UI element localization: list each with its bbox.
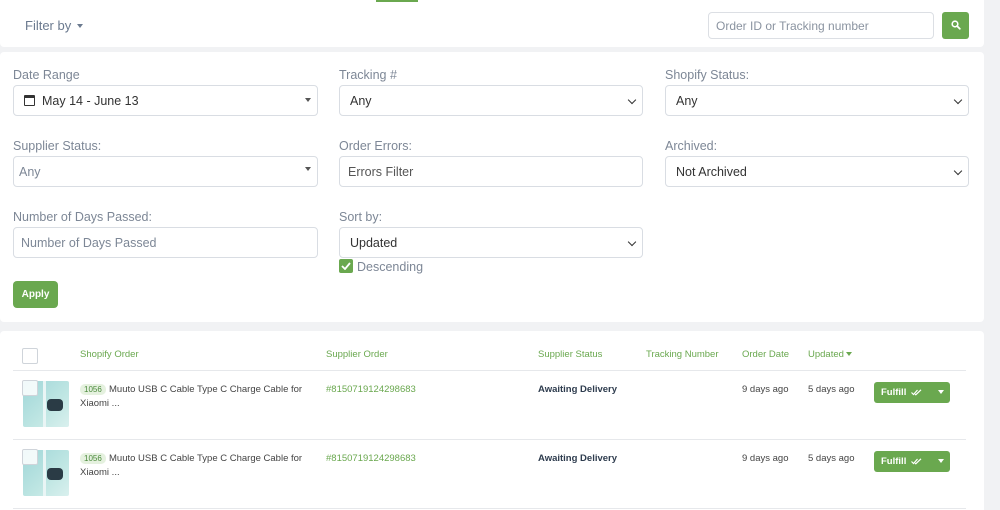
fulfill-button[interactable]: Fulfill bbox=[874, 451, 934, 472]
row-checkbox[interactable] bbox=[22, 449, 38, 465]
supplier-status-label: Supplier Status: bbox=[13, 139, 102, 153]
order-errors-value: Errors Filter bbox=[348, 164, 414, 179]
order-errors-input[interactable]: Errors Filter bbox=[339, 156, 643, 187]
chevron-down-icon bbox=[953, 95, 963, 105]
order-date-text: 9 days ago bbox=[742, 384, 789, 395]
shopify-status-value: Any bbox=[676, 93, 698, 108]
table-row: Muuto USB C Cable Type C Charge Cable fo… bbox=[13, 371, 966, 440]
fulfill-dropdown-toggle[interactable] bbox=[934, 382, 950, 403]
archived-value: Not Archived bbox=[676, 164, 747, 179]
order-number-badge: 1056 bbox=[80, 384, 106, 395]
chevron-down-icon bbox=[627, 95, 637, 105]
header-supplier-status[interactable]: Supplier Status bbox=[538, 349, 602, 360]
date-range-label: Date Range bbox=[13, 68, 80, 82]
updated-text: 5 days ago bbox=[808, 384, 855, 395]
table-row: Muuto USB C Cable Type C Charge Cable fo… bbox=[13, 440, 966, 509]
fulfill-label: Fulfill bbox=[881, 456, 907, 467]
caret-down-icon bbox=[305, 98, 311, 102]
tracking-label: Tracking # bbox=[339, 68, 397, 82]
supplier-order-link[interactable]: #8150719124298683 bbox=[326, 384, 416, 395]
order-search-input[interactable] bbox=[708, 12, 934, 39]
filter-by-label: Filter by bbox=[25, 18, 72, 33]
shopify-status-label: Shopify Status: bbox=[665, 68, 750, 82]
header-updated[interactable]: Updated bbox=[808, 349, 852, 360]
supplier-status-value: Any bbox=[19, 164, 41, 179]
fulfill-split-button: Fulfill bbox=[874, 451, 950, 472]
active-tab-indicator bbox=[376, 0, 418, 2]
order-title[interactable]: Muuto USB C Cable Type C Charge Cable fo… bbox=[80, 383, 320, 410]
filter-by-toggle[interactable]: Filter by bbox=[25, 18, 84, 33]
filters-panel: Date Range May 14 - June 13 Tracking # A… bbox=[0, 52, 984, 322]
orders-table: Shopify Order Supplier Order Supplier St… bbox=[0, 331, 984, 510]
select-all-checkbox[interactable] bbox=[22, 348, 38, 364]
fulfill-split-button: Fulfill bbox=[874, 382, 950, 403]
apply-button[interactable]: Apply bbox=[13, 281, 58, 308]
top-bar: Filter by bbox=[0, 0, 984, 47]
chevron-down-icon bbox=[953, 166, 963, 176]
plug-graphic bbox=[47, 468, 63, 480]
header-supplier-order[interactable]: Supplier Order bbox=[326, 349, 388, 360]
check-icon bbox=[341, 262, 351, 270]
days-passed-input[interactable]: Number of Days Passed bbox=[13, 227, 318, 258]
sort-desc-icon bbox=[845, 352, 852, 357]
fulfill-dropdown-toggle[interactable] bbox=[934, 451, 950, 472]
days-passed-label: Number of Days Passed: bbox=[13, 210, 152, 224]
caret-down-icon bbox=[305, 167, 311, 171]
order-errors-label: Order Errors: bbox=[339, 139, 412, 153]
sort-by-value: Updated bbox=[350, 235, 398, 250]
updated-text: 5 days ago bbox=[808, 453, 855, 464]
archived-select[interactable]: Not Archived bbox=[665, 156, 969, 187]
date-range-picker[interactable]: May 14 - June 13 bbox=[13, 85, 318, 116]
chevron-down-icon bbox=[627, 237, 637, 247]
header-shopify-order[interactable]: Shopify Order bbox=[80, 349, 139, 360]
supplier-order-link[interactable]: #8150719124298683 bbox=[326, 453, 416, 464]
tracking-value: Any bbox=[350, 93, 372, 108]
double-check-icon bbox=[911, 458, 922, 465]
order-date-text: 9 days ago bbox=[742, 453, 789, 464]
tracking-select[interactable]: Any bbox=[339, 85, 643, 116]
descending-checkbox[interactable] bbox=[339, 259, 353, 273]
header-order-date[interactable]: Order Date bbox=[742, 349, 789, 360]
supplier-status-text: Awaiting Delivery bbox=[538, 384, 618, 395]
sort-by-select[interactable]: Updated bbox=[339, 227, 643, 258]
plug-graphic bbox=[47, 399, 63, 411]
cable-graphic bbox=[43, 381, 46, 427]
descending-label: Descending bbox=[357, 260, 424, 274]
supplier-status-text: Awaiting Delivery bbox=[538, 453, 618, 464]
cable-graphic bbox=[43, 450, 46, 496]
fulfill-label: Fulfill bbox=[881, 387, 907, 398]
search-icon bbox=[951, 20, 961, 30]
caret-down-icon bbox=[77, 23, 84, 28]
shopify-status-select[interactable]: Any bbox=[665, 85, 969, 116]
search-button[interactable] bbox=[942, 12, 969, 39]
days-passed-placeholder: Number of Days Passed bbox=[21, 235, 157, 250]
row-checkbox[interactable] bbox=[22, 380, 38, 396]
fulfill-button[interactable]: Fulfill bbox=[874, 382, 934, 403]
supplier-status-select[interactable]: Any bbox=[13, 156, 318, 187]
header-updated-label: Updated bbox=[808, 349, 844, 360]
order-title[interactable]: Muuto USB C Cable Type C Charge Cable fo… bbox=[80, 452, 320, 479]
double-check-icon bbox=[911, 389, 922, 396]
header-tracking-number[interactable]: Tracking Number bbox=[646, 349, 719, 360]
calendar-icon bbox=[24, 95, 35, 106]
sort-by-label: Sort by: bbox=[339, 210, 383, 224]
archived-label: Archived: bbox=[665, 139, 718, 153]
order-number-badge: 1056 bbox=[80, 453, 106, 464]
date-range-value: May 14 - June 13 bbox=[42, 93, 139, 108]
